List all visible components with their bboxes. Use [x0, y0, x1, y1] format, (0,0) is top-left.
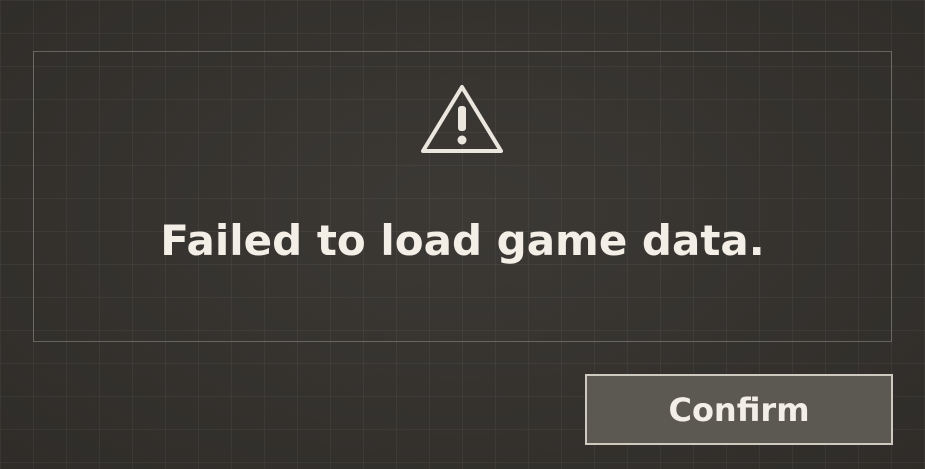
confirm-button[interactable]: Confirm [585, 374, 893, 445]
warning-triangle-icon [421, 85, 503, 153]
error-screen: Failed to load game data. Confirm [0, 0, 925, 469]
error-message: Failed to load game data. [160, 216, 765, 265]
